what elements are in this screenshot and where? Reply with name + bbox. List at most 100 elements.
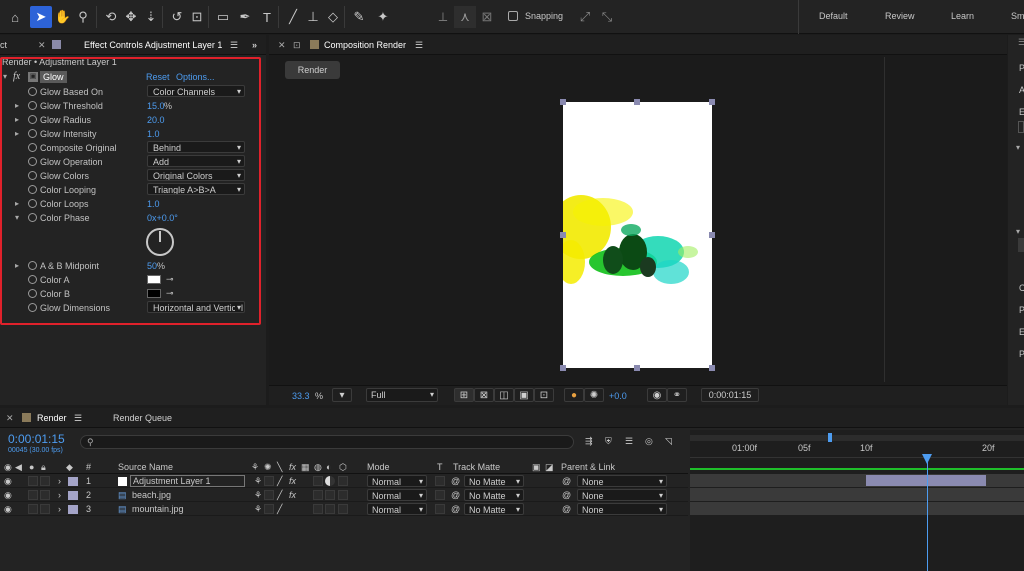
transform-handle[interactable] <box>709 99 715 105</box>
parent-dropdown[interactable]: None ▾ <box>577 489 667 501</box>
orbit-camera-tool-icon[interactable]: ⟲ <box>100 6 122 28</box>
panel-menu-icon[interactable]: ☰ <box>74 413 82 424</box>
fx-icon[interactable]: fx <box>289 490 296 500</box>
time-ruler[interactable]: 01:00f 05f 10f 20f <box>690 442 1024 458</box>
shy-icon[interactable]: ⚘ <box>254 504 262 515</box>
label-color-swatch[interactable] <box>68 477 78 486</box>
parent-dropdown[interactable]: None ▾ <box>577 475 667 487</box>
pick-whip-icon[interactable]: @ <box>562 490 571 500</box>
glow-operation-dropdown[interactable]: Add ▾ <box>147 155 245 167</box>
lock-checkbox[interactable] <box>40 490 50 500</box>
collapse-triangle-icon[interactable]: ▾ <box>3 72 7 81</box>
solo-checkbox[interactable] <box>28 490 38 500</box>
motion-blur-checkbox[interactable] <box>313 504 323 514</box>
ab-midpoint-value[interactable]: 50 <box>147 261 157 271</box>
track-matte-dropdown[interactable]: No Matte ▾ <box>464 489 524 501</box>
3d-checkbox[interactable] <box>338 490 348 500</box>
hand-tool-icon[interactable]: ✋ <box>52 6 74 28</box>
clone-stamp-tool-icon[interactable]: ⊥ <box>302 6 324 28</box>
zoom-tool-icon[interactable]: ⚲ <box>72 6 94 28</box>
timeline-search-input[interactable]: ⚲ <box>80 435 574 449</box>
transform-handle[interactable] <box>560 232 566 238</box>
label-color-swatch[interactable] <box>68 491 78 500</box>
solo-checkbox[interactable] <box>28 476 38 486</box>
expand-triangle-icon[interactable]: ▸ <box>15 101 19 110</box>
timeline-track-area[interactable]: 01:00f 05f 10f 20f <box>690 430 1024 571</box>
adjustment-checkbox[interactable] <box>325 490 335 500</box>
matte-invert-icon[interactable]: ◪ <box>545 462 554 473</box>
zoom-value[interactable]: 33.3 <box>292 391 310 401</box>
eraser-tool-icon[interactable]: ◇ <box>322 6 344 28</box>
expand-triangle-icon[interactable]: ▸ <box>15 129 19 138</box>
glow-intensity-value[interactable]: 1.0 <box>147 129 160 139</box>
transform-handle[interactable] <box>560 365 566 371</box>
timeline-tab-render[interactable]: Render <box>37 413 67 423</box>
dolly-camera-tool-icon[interactable]: ⇣ <box>140 6 162 28</box>
motion-blur-icon[interactable]: ◎ <box>645 436 653 447</box>
stopwatch-icon[interactable] <box>28 261 37 270</box>
composition-canvas[interactable] <box>563 102 712 368</box>
adjustment-switch-icon[interactable]: ◐ <box>326 462 331 472</box>
header-t[interactable]: T <box>437 462 443 472</box>
matte-toggle-icon[interactable]: ▣ <box>532 462 541 473</box>
stopwatch-icon[interactable] <box>28 115 37 124</box>
preserve-transparency-checkbox[interactable] <box>435 490 445 500</box>
shy-icon[interactable]: ⚘ <box>254 490 262 501</box>
graph-editor-icon[interactable]: ◹ <box>665 436 672 447</box>
header-source-name[interactable]: Source Name <box>118 462 173 472</box>
color-phase-dial[interactable] <box>146 228 174 256</box>
expand-panels-icon[interactable]: » <box>252 40 257 50</box>
workspace-review[interactable]: Review <box>885 11 915 21</box>
effect-controls-tab[interactable]: Effect Controls Adjustment Layer 1 <box>84 40 222 50</box>
spiral-link-icon[interactable]: @ <box>451 490 460 500</box>
resolution-dropdown[interactable]: Full ▾ <box>366 388 438 402</box>
search-field-partial[interactable] <box>1018 121 1024 133</box>
home-icon[interactable]: ⌂ <box>4 6 26 28</box>
info-panel-tab[interactable]: P <box>1019 63 1024 73</box>
work-area-start-handle[interactable] <box>828 433 832 442</box>
pan-behind-tool-icon[interactable]: ⊡ <box>186 6 208 28</box>
exposure-value[interactable]: +0.0 <box>609 391 627 401</box>
adjustment-layer-icon[interactable] <box>325 476 335 486</box>
solo-icon[interactable]: ● <box>29 462 34 472</box>
spiral-link-icon[interactable]: @ <box>451 504 460 514</box>
transparency-grid-icon[interactable]: ⊠ <box>474 388 494 402</box>
rotate-tool-icon[interactable]: ↺ <box>166 6 188 28</box>
layer-track-3[interactable] <box>690 502 1024 515</box>
stopwatch-icon[interactable] <box>28 157 37 166</box>
pick-whip-icon[interactable]: @ <box>562 476 571 486</box>
fast-previews-icon[interactable]: ⊞ <box>454 388 474 402</box>
snapping-checkbox[interactable] <box>508 11 518 21</box>
expand-triangle-icon[interactable]: › <box>58 476 61 486</box>
channel-color-icon[interactable]: ● <box>564 388 584 402</box>
lock-checkbox[interactable] <box>40 504 50 514</box>
color-management-icon[interactable]: ✺ <box>584 388 604 402</box>
layer-name[interactable]: mountain.jpg <box>132 504 184 514</box>
label-color-swatch[interactable] <box>68 505 78 514</box>
collapse-switch-icon[interactable]: ✺ <box>264 462 272 473</box>
effect-name[interactable]: Glow <box>40 71 67 83</box>
mask-visibility-icon[interactable]: ◫ <box>494 388 514 402</box>
quality-icon[interactable]: ╱ <box>277 504 282 515</box>
current-time-display[interactable]: 0:00:01:15 <box>8 432 65 446</box>
workspace-learn[interactable]: Learn <box>951 11 974 21</box>
glow-dimensions-dropdown[interactable]: Horizontal and Vertical ▾ <box>147 301 245 313</box>
video-switch-icon[interactable]: ◉ <box>4 462 12 473</box>
panel-menu-icon[interactable]: ☰ <box>415 40 423 51</box>
blend-mode-dropdown[interactable]: Normal ▾ <box>367 475 427 487</box>
motion-blur-switch-icon[interactable]: ◍ <box>314 462 322 473</box>
transform-handle[interactable] <box>634 365 640 371</box>
show-snapshot-icon[interactable]: ⚭ <box>667 388 687 402</box>
solo-checkbox[interactable] <box>28 504 38 514</box>
close-tab-icon[interactable]: ✕ <box>6 413 14 424</box>
adjustment-checkbox[interactable] <box>325 504 335 514</box>
preserve-transparency-checkbox[interactable] <box>435 504 445 514</box>
parent-dropdown[interactable]: None ▾ <box>577 503 667 515</box>
pan-camera-tool-icon[interactable]: ✥ <box>120 6 142 28</box>
transform-handle[interactable] <box>709 365 715 371</box>
render-queue-tab[interactable]: Render Queue <box>113 413 172 423</box>
close-tab-icon[interactable]: ✕ <box>38 40 46 51</box>
expand-triangle-icon[interactable]: ▸ <box>15 261 19 270</box>
header-track-matte[interactable]: Track Matte <box>453 462 500 472</box>
collapse-triangle-icon[interactable]: ▾ <box>15 213 19 222</box>
